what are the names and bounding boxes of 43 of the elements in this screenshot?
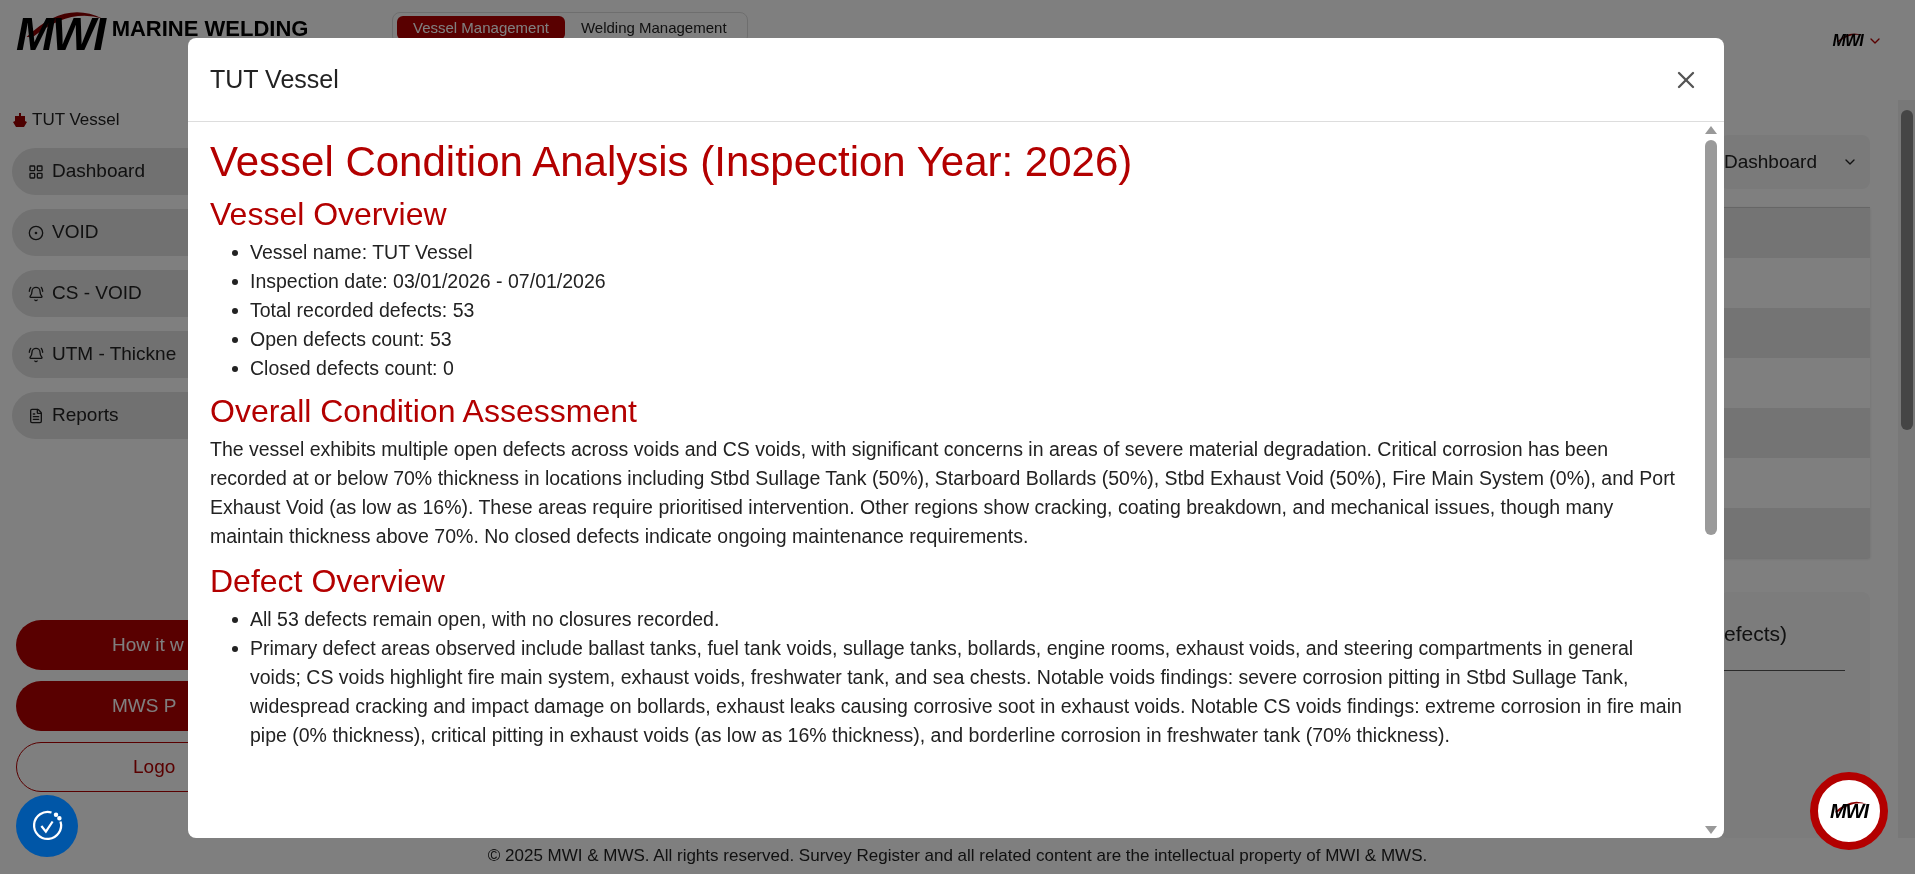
tab[interactable]: Welding Management (564, 16, 743, 40)
list-item: Open defects count: 53 (250, 327, 452, 352)
list-item: Inspection date: 03/01/2026 - 07/01/2026 (250, 269, 606, 294)
sidebar-item[interactable]: UTM - Thickne (12, 331, 188, 378)
sidebar-item[interactable]: VOID (12, 209, 188, 256)
sidebar-item[interactable]: Dashboard (12, 148, 188, 195)
logo-text: MARINE WELDING (111, 15, 309, 43)
bullet-icon (232, 279, 238, 285)
tab[interactable]: Vessel Management (397, 16, 565, 40)
bell-icon (28, 285, 44, 302)
sidebar-button[interactable]: How it w (16, 620, 188, 670)
sidebar-item[interactable]: CS - VOID (12, 270, 188, 317)
sidebar-button[interactable]: MWS P (16, 681, 188, 731)
list-item: Total recorded defects: 53 (250, 298, 475, 323)
section-heading: Defect Overview (210, 562, 446, 601)
ring-icon (28, 224, 44, 241)
list-item: Closed defects count: 0 (250, 356, 454, 381)
list-item: Vessel name: TUT Vessel (250, 240, 473, 265)
fab-logo: MWI (1829, 800, 1869, 822)
paragraph: The vessel exhibits multiple open defects across voids and CS voids, with significant concerns in areas of severe material degradation. Critical corrosion has been recorded at or below 70% thickness in locations including Stbd Sullage Tank (50%), Starboard Bollards (50%), Stbd Exhaust Void (50%), Fire Main System (0%), and Port Exhaust Void (as low as 16%). These areas require prioritised intervention. Other regions show cracking, coating breakdown, and mechanical issues, though many maintain thickness above 70%. No closed defects indicate ongoing maintenance requirements. (210, 437, 1677, 549)
modal-title: TUT Vessel (210, 63, 339, 95)
logo: MWI (16, 8, 104, 60)
section-heading: Overall Condition Assessment (210, 392, 638, 431)
section-heading: Vessel Overview (210, 195, 448, 234)
list-item: Primary defect areas observed include ballast tanks, fuel tank voids, sullage tanks, bollards, engine rooms, exhaust voids, and steering compartments in general voids; CS voids highlight fire main system, exhaust voids, freshwater tank, and sea chests. Notable voids findings: severe corrosion pitting in Stbd Sullage Tank, widespread cracking and impact damage on bollards, exhaust leaks causing corrosive soot in exhaust voids. Notable CS voids findings: extreme corrosion in fire main pipe (0% thickness), critical pitting in exhaust voids (as low as 16% thickness), and borderline corrosion in freshwater tank (70% thickness). (250, 636, 1682, 748)
bullet-icon (232, 617, 238, 623)
account-logo: MWI (1832, 32, 1863, 50)
bullet-icon (232, 308, 238, 314)
report-heading: Vessel Condition Analysis (Inspection Year: 2026) (210, 138, 1134, 186)
list-item: All 53 defects remain open, with no closures recorded. (250, 607, 720, 632)
bell-icon (28, 346, 44, 363)
bullet-icon (232, 337, 238, 343)
page-scrollbar[interactable] (1898, 100, 1915, 838)
footer-text: © 2025 MWI & MWS. All rights reserved. Survey Register and all related content are the intellectual property of MWI & MWS. (487, 845, 1428, 868)
vessel-name: TUT Vessel (32, 109, 120, 132)
ship-icon (12, 112, 28, 128)
bullet-icon (232, 250, 238, 256)
grid-icon (28, 163, 44, 180)
card-title: efects) (1723, 621, 1789, 648)
sidebar-item[interactable]: Reports (12, 392, 188, 439)
bullet-icon (232, 366, 238, 372)
document-icon (28, 407, 44, 424)
bullet-icon (232, 646, 238, 652)
